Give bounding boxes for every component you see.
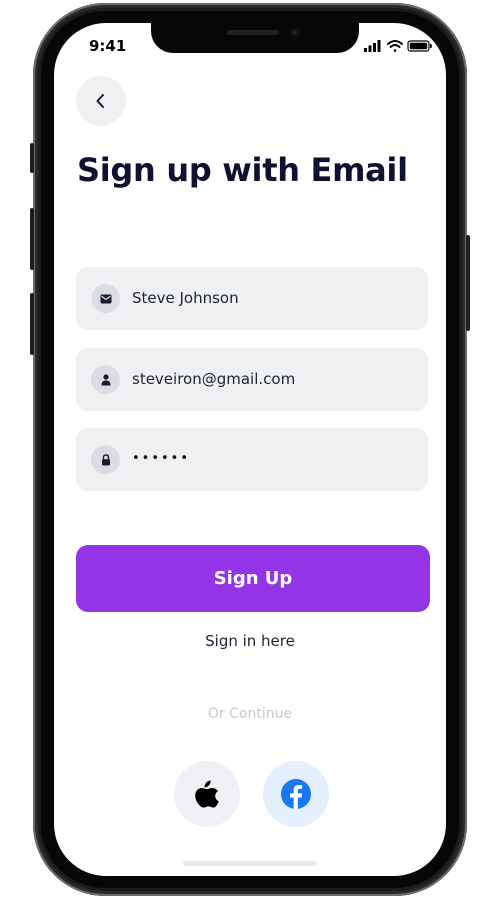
password-value: •••••• xyxy=(132,451,191,466)
apple-icon xyxy=(195,780,219,808)
user-icon xyxy=(101,373,110,385)
facebook-icon xyxy=(281,779,311,809)
sign-up-button[interactable]: Sign Up xyxy=(76,545,430,612)
email-value: steveiron@gmail.com xyxy=(132,370,296,388)
volume-down-button xyxy=(30,293,34,355)
camera-icon xyxy=(289,27,300,38)
facebook-login-button[interactable] xyxy=(263,761,329,827)
mail-icon xyxy=(100,294,111,303)
status-time: 9:41 xyxy=(89,37,127,55)
status-icons xyxy=(364,38,434,52)
name-field[interactable]: Steve Johnson xyxy=(76,267,428,330)
chevron-left-icon xyxy=(96,94,104,108)
field-icon-badge xyxy=(91,284,120,313)
speaker-grille xyxy=(227,30,279,35)
or-continue-divider: Or Continue xyxy=(207,706,293,722)
sign-in-link[interactable]: Sign in here xyxy=(54,632,446,650)
field-icon-badge xyxy=(91,445,120,474)
home-indicator xyxy=(183,861,317,866)
password-field[interactable]: •••••• xyxy=(76,428,428,491)
wifi-icon xyxy=(387,40,403,52)
page-title: Sign up with Email xyxy=(77,151,408,189)
back-button[interactable] xyxy=(76,76,126,126)
field-icon-badge xyxy=(91,365,120,394)
power-button xyxy=(466,235,470,331)
cellular-signal-icon xyxy=(364,40,381,52)
apple-login-button[interactable] xyxy=(174,761,240,827)
battery-icon xyxy=(407,40,432,52)
lock-icon xyxy=(101,453,110,465)
mute-switch xyxy=(30,143,34,173)
name-value: Steve Johnson xyxy=(132,289,239,307)
volume-up-button xyxy=(30,208,34,270)
notch xyxy=(151,23,359,53)
app-screen: 9:41 Sign up with Email Steve Johnson st… xyxy=(54,23,446,876)
email-field[interactable]: steveiron@gmail.com xyxy=(76,348,428,411)
